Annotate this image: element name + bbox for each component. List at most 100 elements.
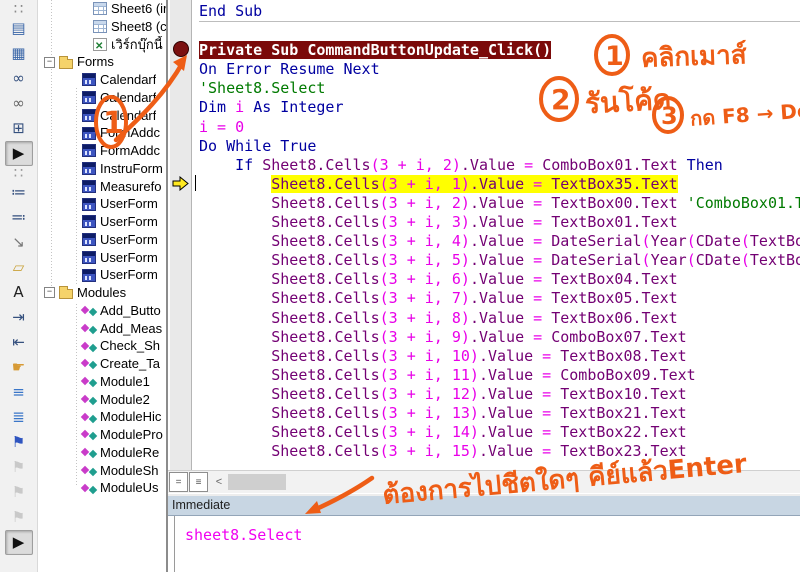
text-caret	[195, 175, 196, 191]
code-window[interactable]: End Sub Private Sub CommandButtonUpdate_C…	[168, 0, 800, 470]
tree-item[interactable]: Check_Sh	[38, 337, 166, 355]
outdent-button[interactable]: ⇤	[5, 330, 33, 355]
code-line[interactable]: Sheet8.Cells(3 + i, 10).Value = TextBox0…	[199, 347, 800, 366]
tree-item[interactable]: ModuleHic	[38, 408, 166, 426]
quick-info-button[interactable]: ↘	[5, 230, 33, 255]
code-line[interactable]: Sheet8.Cells(3 + i, 6).Value = TextBox04…	[199, 270, 800, 289]
tree-item[interactable]: FormAddc	[38, 142, 166, 160]
call-stack-button[interactable]: ⊞	[5, 116, 33, 141]
tree-item[interactable]: เวิร์กบุ๊กนี้	[38, 36, 166, 56]
tree-item[interactable]: UserForm	[38, 195, 166, 213]
horizontal-scrollbar[interactable]: = ≡ <	[168, 470, 800, 493]
tree-item-label: Check_Sh	[100, 338, 160, 354]
tree-item[interactable]: Module1	[38, 373, 166, 391]
tree-item[interactable]: − Forms	[38, 53, 166, 71]
project-tree: Sheet6 (ir Sheet8 (c เวิร์กบุ๊กนี้ − Forms Ca…	[38, 0, 166, 497]
watch-glasses-button[interactable]: ∞	[5, 91, 33, 116]
tree-item[interactable]: − Modules	[38, 284, 166, 302]
code-line[interactable]: Sheet8.Cells(3 + i, 14).Value = TextBox2…	[199, 423, 800, 442]
tree-item[interactable]: InstruForm	[38, 160, 166, 178]
immediate-window-title: Immediate	[172, 498, 231, 512]
tree-item[interactable]: Calendarf	[38, 89, 166, 107]
object-browser-button[interactable]: ∞	[5, 66, 33, 91]
tree-item[interactable]: Add_Meas	[38, 320, 166, 338]
full-module-view-button[interactable]: ≡	[189, 472, 208, 492]
code-area[interactable]: End Sub Private Sub CommandButtonUpdate_C…	[192, 0, 800, 470]
code-line[interactable]: Sheet8.Cells(3 + i, 12).Value = TextBox1…	[199, 385, 800, 404]
immediate-window[interactable]: sheet8.Select	[168, 516, 800, 572]
collapse-expander-icon[interactable]: −	[44, 56, 55, 68]
tree-item[interactable]: FormAddc	[38, 124, 166, 142]
tree-item-label: Calendarf	[100, 107, 157, 123]
tree-item-label: Calendarf	[100, 72, 157, 87]
code-line[interactable]: 'Sheet8.Select	[199, 79, 800, 98]
code-window-button[interactable]: ▤	[5, 16, 33, 41]
code-line[interactable]: Sheet8.Cells(3 + i, 1).Value = TextBox35…	[199, 174, 800, 194]
tree-item-label: FormAddc	[100, 143, 160, 158]
scrollbar-thumb[interactable]	[228, 474, 286, 490]
more-tools-button-button[interactable]: ▶	[4, 141, 33, 166]
code-line[interactable]: Sheet8.Cells(3 + i, 3).Value = TextBox01…	[199, 213, 800, 232]
code-line[interactable]: Sheet8.Cells(3 + i, 4).Value = DateSeria…	[199, 232, 800, 251]
tree-item[interactable]: UserForm	[38, 231, 166, 249]
tree-item[interactable]: Sheet8 (c	[38, 18, 166, 36]
code-line[interactable]: Sheet8.Cells(3 + i, 13).Value = TextBox2…	[199, 404, 800, 423]
code-line[interactable]	[199, 21, 800, 41]
code-line[interactable]: End Sub	[199, 2, 800, 21]
properties-window-icon: ▦	[11, 44, 26, 62]
complete-word-button[interactable]: A	[5, 280, 33, 305]
tree-item-label: Calendarf	[100, 89, 157, 105]
uncomment-block-button[interactable]: ≣	[5, 405, 33, 430]
code-line[interactable]: Sheet8.Cells(3 + i, 9).Value = ComboBox0…	[199, 328, 800, 347]
tree-item-label: Add_Butto	[100, 302, 161, 318]
toggle-bookmark-button[interactable]: ⚑	[5, 430, 33, 455]
code-line[interactable]: Sheet8.Cells(3 + i, 5).Value = DateSeria…	[199, 251, 800, 270]
next-bookmark-icon: ⚑	[11, 458, 26, 476]
edit-toolbar: ∷ ▤ ▦ ∞ ∞ ⊞ ▶ ∷ ≔ ≕ ↘ ▱ A ⇥ ⇤ ☛ ≡ ≣ ⚑ ⚑ ⚑ ⚑ ▶	[0, 0, 38, 572]
tree-item[interactable]: ModuleUs	[38, 479, 166, 497]
tree-item[interactable]: ModuleRe	[38, 444, 166, 462]
toolbar-separator: ∷	[13, 163, 24, 182]
tree-item[interactable]: ModulePro	[38, 426, 166, 444]
tree-item[interactable]: Create_Ta	[38, 355, 166, 373]
tree-item[interactable]: UserForm	[38, 249, 166, 267]
tree-item[interactable]: ModuleSh	[38, 462, 166, 480]
parameter-info-button[interactable]: ▱	[5, 255, 33, 280]
code-line[interactable]: Sheet8.Cells(3 + i, 8).Value = TextBox06…	[199, 309, 800, 328]
tree-item[interactable]: Module2	[38, 391, 166, 409]
code-line[interactable]: Do While True	[199, 137, 800, 156]
form-icon	[82, 233, 96, 247]
properties-window-button[interactable]: ▦	[5, 41, 33, 66]
code-line[interactable]: Sheet8.Cells(3 + i, 2).Value = TextBox00…	[199, 194, 800, 213]
code-line[interactable]: On Error Resume Next	[199, 60, 800, 79]
tree-item[interactable]: Sheet6 (ir	[38, 0, 166, 18]
code-line[interactable]: Sheet8.Cells(3 + i, 15).Value = TextBox2…	[199, 442, 800, 461]
indent-button[interactable]: ⇥	[5, 305, 33, 330]
breakpoint-indicator[interactable]	[173, 41, 189, 57]
list-constants-button[interactable]: ≕	[5, 205, 33, 230]
tree-item[interactable]: UserForm	[38, 266, 166, 284]
procedure-view-button[interactable]: =	[169, 472, 188, 492]
module-icon	[82, 321, 96, 335]
code-line[interactable]: Dim i As Integer	[199, 98, 800, 117]
margin-indicator-bar[interactable]	[170, 0, 192, 470]
code-line[interactable]: i = 0	[199, 118, 800, 137]
hand-button[interactable]: ☛	[5, 355, 33, 380]
code-line[interactable]: Private Sub CommandButtonUpdate_Click()	[199, 41, 800, 60]
tree-item[interactable]: UserForm	[38, 213, 166, 231]
overflow-arrow-button-button[interactable]: ▶	[4, 530, 33, 555]
tree-item[interactable]: Measurefo	[38, 178, 166, 196]
module-icon	[82, 375, 96, 389]
code-line[interactable]: If Sheet8.Cells(3 + i, 2).Value = ComboB…	[199, 156, 800, 175]
collapse-expander-icon[interactable]: −	[44, 287, 55, 299]
tree-item-label: Sheet6 (ir	[111, 1, 166, 16]
comment-block-button[interactable]: ≡	[5, 380, 33, 405]
list-properties-button[interactable]: ≔	[5, 180, 33, 205]
tree-item[interactable]: Calendarf	[38, 107, 166, 125]
code-line[interactable]: Sheet8.Cells(3 + i, 7).Value = TextBox05…	[199, 289, 800, 308]
module-icon	[82, 446, 96, 460]
tree-item[interactable]: Add_Butto	[38, 302, 166, 320]
scroll-left-button[interactable]: <	[212, 474, 226, 490]
code-line[interactable]: Sheet8.Cells(3 + i, 11).Value = ComboBox…	[199, 366, 800, 385]
tree-item[interactable]: Calendarf	[38, 71, 166, 89]
